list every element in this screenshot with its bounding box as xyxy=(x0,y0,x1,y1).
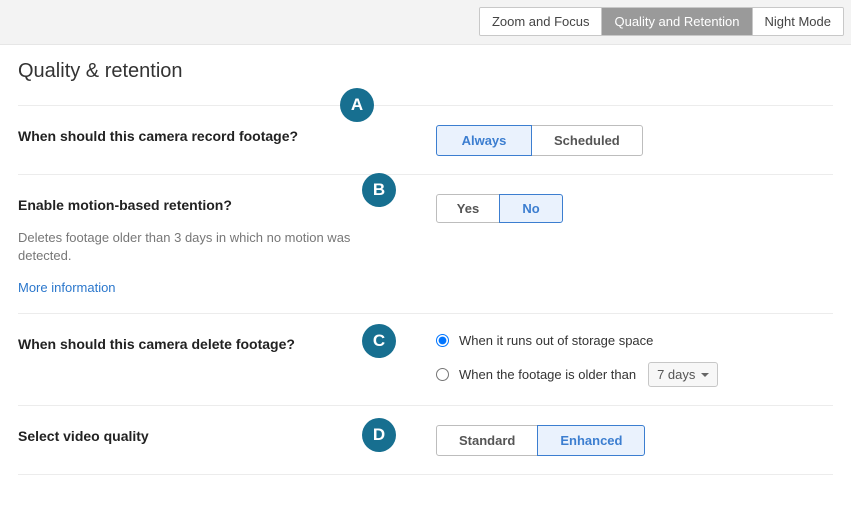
video-quality-title: Select video quality xyxy=(18,428,418,444)
section-delete-footage: C When should this camera delete footage… xyxy=(18,314,833,406)
delete-option-age-radio[interactable] xyxy=(436,368,449,381)
view-tabs: Zoom and Focus Quality and Retention Nig… xyxy=(479,7,844,36)
quality-standard-button[interactable]: Standard xyxy=(436,425,538,456)
delete-option-storage-row: When it runs out of storage space xyxy=(436,333,833,348)
section-record-footage: A When should this camera record footage… xyxy=(18,106,833,175)
quality-enhanced-button[interactable]: Enhanced xyxy=(537,425,645,456)
delete-option-storage-radio[interactable] xyxy=(436,334,449,347)
record-always-button[interactable]: Always xyxy=(436,125,532,156)
footage-age-dropdown[interactable]: 7 days xyxy=(648,362,718,387)
caret-down-icon xyxy=(701,373,709,377)
section-motion-retention: B Enable motion-based retention? Deletes… xyxy=(18,175,833,314)
motion-retention-title: Enable motion-based retention? xyxy=(18,197,418,213)
section-video-quality: D Select video quality Standard Enhanced xyxy=(18,406,833,475)
record-toggle-group: Always Scheduled xyxy=(436,125,643,156)
motion-toggle-group: Yes No xyxy=(436,194,563,223)
delete-footage-title: When should this camera delete footage? xyxy=(18,336,418,352)
page-content: Quality & retention A When should this c… xyxy=(0,45,851,475)
delete-option-age-row: When the footage is older than 7 days xyxy=(436,362,833,387)
annotation-marker-c: C xyxy=(362,324,396,358)
tab-zoom-and-focus[interactable]: Zoom and Focus xyxy=(480,8,603,35)
record-footage-title: When should this camera record footage? xyxy=(18,128,418,144)
more-information-link[interactable]: More information xyxy=(18,280,116,295)
annotation-marker-d: D xyxy=(362,418,396,452)
annotation-marker-b: B xyxy=(362,173,396,207)
motion-no-button[interactable]: No xyxy=(499,194,563,223)
footage-age-value: 7 days xyxy=(657,367,695,382)
quality-toggle-group: Standard Enhanced xyxy=(436,425,645,456)
delete-option-age-label: When the footage is older than xyxy=(459,367,636,382)
tab-night-mode[interactable]: Night Mode xyxy=(753,8,843,35)
record-scheduled-button[interactable]: Scheduled xyxy=(531,125,643,156)
annotation-marker-a: A xyxy=(340,88,374,122)
tab-quality-and-retention[interactable]: Quality and Retention xyxy=(602,8,752,35)
motion-retention-desc: Deletes footage older than 3 days in whi… xyxy=(18,229,358,264)
page-title: Quality & retention xyxy=(18,60,833,106)
motion-yes-button[interactable]: Yes xyxy=(436,194,500,223)
delete-option-storage-label: When it runs out of storage space xyxy=(459,333,653,348)
top-bar: Zoom and Focus Quality and Retention Nig… xyxy=(0,0,851,45)
